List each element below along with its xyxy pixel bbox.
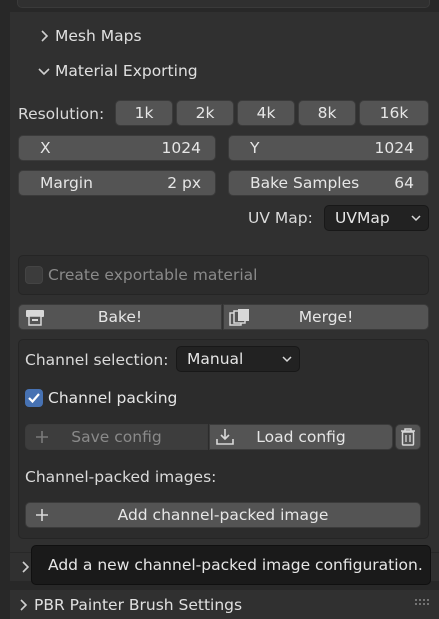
material-exporting-label: Material Exporting xyxy=(55,62,198,80)
brush-settings-header[interactable]: PBR Painter Brush Settings xyxy=(12,590,432,619)
add-packed-image-button[interactable]: Add channel-packed image xyxy=(25,502,421,528)
merge-layers-icon xyxy=(229,308,251,326)
bake-samples-field[interactable]: Bake Samples 64 xyxy=(228,170,429,196)
merge-button[interactable]: Merge! xyxy=(223,304,429,330)
load-config-label: Load config xyxy=(256,428,346,446)
merge-label: Merge! xyxy=(298,308,354,326)
x-size-value: 1024 xyxy=(161,139,201,157)
channel-selection-dropdown[interactable]: Manual xyxy=(176,346,300,372)
chevron-down-icon xyxy=(282,355,292,363)
create-material-label: Create exportable material xyxy=(48,266,258,284)
tooltip: Add a new channel-packed image configura… xyxy=(31,545,431,585)
import-icon xyxy=(215,428,235,446)
add-packed-image-label: Add channel-packed image xyxy=(117,506,329,524)
resolution-label: Resolution: xyxy=(18,105,105,123)
resolution-16k-button[interactable]: 16k xyxy=(359,100,429,126)
chevron-right-icon xyxy=(20,561,30,573)
trash-icon xyxy=(400,428,416,446)
margin-label: Margin xyxy=(40,174,93,192)
save-config-button[interactable]: Save config xyxy=(25,424,208,450)
bake-samples-value: 64 xyxy=(394,174,414,192)
checkmark-icon xyxy=(28,393,40,404)
mesh-maps-header[interactable]: Mesh Maps xyxy=(33,21,423,51)
bake-label: Bake! xyxy=(97,308,143,326)
bake-render-icon xyxy=(25,308,45,326)
channel-packing-label: Channel packing xyxy=(48,389,178,407)
resolution-8k-button[interactable]: 8k xyxy=(298,100,356,126)
y-size-field[interactable]: Y 1024 xyxy=(228,135,429,161)
upper-panel-edge xyxy=(17,0,430,8)
channel-packed-images-label: Channel-packed images: xyxy=(25,468,217,486)
delete-config-button[interactable] xyxy=(395,424,421,450)
load-config-button[interactable]: Load config xyxy=(209,424,393,450)
save-config-label: Save config xyxy=(71,428,162,446)
resolution-1k-button[interactable]: 1k xyxy=(115,100,173,126)
plus-icon xyxy=(35,508,49,522)
resolution-2k-button[interactable]: 2k xyxy=(176,100,234,126)
plus-icon xyxy=(35,430,49,444)
channel-selection-value: Manual xyxy=(187,350,244,368)
margin-field[interactable]: Margin 2 px xyxy=(18,170,216,196)
x-size-label: X xyxy=(40,139,51,157)
y-size-value: 1024 xyxy=(374,139,414,157)
create-material-checkbox[interactable] xyxy=(25,266,43,284)
chevron-right-icon xyxy=(12,598,34,611)
uv-map-dropdown[interactable]: UVMap xyxy=(324,205,429,231)
uv-map-label: UV Map: xyxy=(248,209,313,227)
margin-value: 2 px xyxy=(167,174,201,192)
mesh-maps-label: Mesh Maps xyxy=(55,27,142,45)
y-size-label: Y xyxy=(250,139,260,157)
bake-button[interactable]: Bake! xyxy=(18,304,222,330)
x-size-field[interactable]: X 1024 xyxy=(18,135,216,161)
chevron-down-icon xyxy=(411,214,421,222)
chevron-right-icon xyxy=(33,30,55,42)
drag-handle-icon[interactable] xyxy=(414,598,430,606)
brush-settings-label: PBR Painter Brush Settings xyxy=(34,595,243,614)
chevron-down-icon xyxy=(33,66,55,76)
material-exporting-header[interactable]: Material Exporting xyxy=(33,56,423,86)
resolution-4k-button[interactable]: 4k xyxy=(237,100,295,126)
tooltip-text: Add a new channel-packed image configura… xyxy=(48,556,423,574)
bake-samples-label: Bake Samples xyxy=(250,174,360,192)
channel-selection-label: Channel selection: xyxy=(25,351,169,369)
channel-packing-checkbox[interactable] xyxy=(25,389,43,407)
uv-map-value: UVMap xyxy=(335,209,390,227)
